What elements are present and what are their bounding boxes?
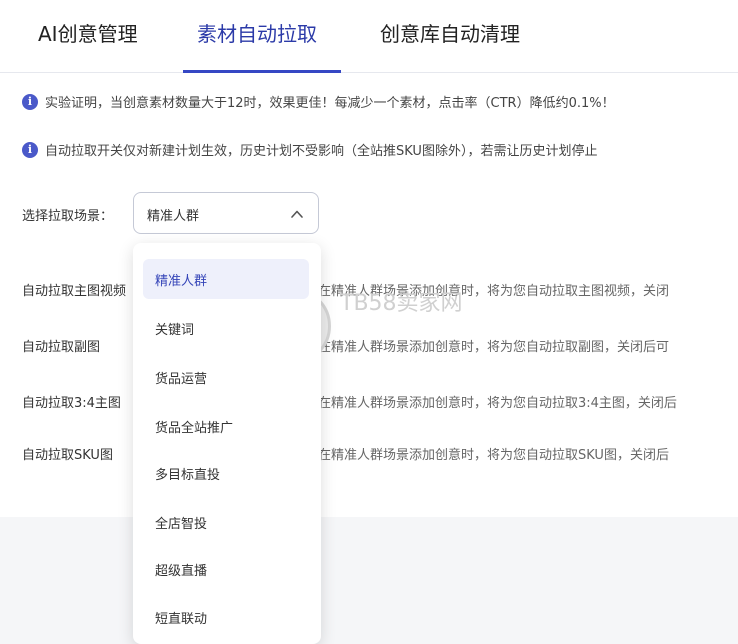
scene-select-label: 选择拉取场景：: [22, 209, 114, 224]
notice-text: 自动拉取开关仅对新建计划生效，历史计划不受影响（全站推SKU图除外），若需让历史…: [45, 144, 598, 159]
option-label: 关键词: [155, 323, 195, 338]
notice-text: 实验证明，当创意素材数量大于12时，效果更佳！每减少一个素材，点击率（CTR）降…: [45, 96, 615, 111]
row-label-sku-image: 自动拉取SKU图: [22, 448, 113, 463]
option-label: 精准人群: [155, 274, 208, 289]
dropdown-option-precise-crowd[interactable]: 精准人群: [143, 259, 309, 299]
dropdown-option-multi-target-direct[interactable]: 多目标直投: [143, 453, 309, 493]
dropdown-option-product-site-promotion[interactable]: 货品全站推广: [143, 406, 309, 446]
tab-ai-creative-management[interactable]: AI创意管理: [38, 18, 138, 47]
dropdown-option-product-operation[interactable]: 货品运营: [143, 357, 309, 397]
notice-auto-pull-scope: i 自动拉取开关仅对新建计划生效，历史计划不受影响（全站推SKU图除外），若需让历…: [22, 140, 738, 160]
dropdown-option-super-live[interactable]: 超级直播: [143, 549, 309, 589]
row-desc-sku-image: 在精准人群场景添加创意时，将为您自动拉取SKU图，关闭后: [318, 448, 669, 463]
scene-dropdown-menu: 精准人群 关键词 货品运营 货品全站推广 多目标直投 全店智投 超级直播 短直联…: [133, 243, 321, 644]
row-desc-sub-image: 在精准人群场景添加创意时，将为您自动拉取副图，关闭后可: [318, 340, 670, 355]
info-icon: i: [22, 93, 38, 110]
dropdown-option-store-smart-delivery[interactable]: 全店智投: [143, 502, 309, 542]
dropdown-option-keyword[interactable]: 关键词: [143, 308, 309, 348]
dropdown-option-short-live-link[interactable]: 短直联动: [143, 597, 309, 637]
option-label: 货品全站推广: [155, 421, 234, 436]
option-label: 全店智投: [155, 517, 208, 532]
tab-bar: AI创意管理 素材自动拉取 创意库自动清理: [0, 0, 738, 73]
option-label: 多目标直投: [155, 468, 221, 483]
option-label: 货品运营: [155, 372, 208, 387]
row-label-sub-image: 自动拉取副图: [22, 340, 101, 355]
info-icon: i: [22, 141, 38, 158]
tab-material-auto-pull[interactable]: 素材自动拉取: [197, 18, 317, 47]
option-label: 超级直播: [155, 564, 208, 579]
notice-material-count: i 实验证明，当创意素材数量大于12时，效果更佳！每减少一个素材，点击率（CTR）…: [22, 92, 738, 112]
row-label-main-video: 自动拉取主图视频: [22, 284, 127, 299]
chevron-up-icon: [291, 210, 303, 218]
row-label-3-4-main-image: 自动拉取3:4主图: [22, 396, 121, 411]
row-desc-3-4-main-image: 在精准人群场景添加创意时，将为您自动拉取3:4主图，关闭后: [318, 396, 677, 411]
watermark-text: TB58卖家网: [340, 291, 463, 316]
option-label: 短直联动: [155, 612, 208, 627]
scene-select[interactable]: 精准人群: [133, 192, 319, 234]
tab-creative-library-auto-cleanup[interactable]: 创意库自动清理: [380, 18, 520, 47]
scene-select-value: 精准人群: [147, 209, 200, 224]
